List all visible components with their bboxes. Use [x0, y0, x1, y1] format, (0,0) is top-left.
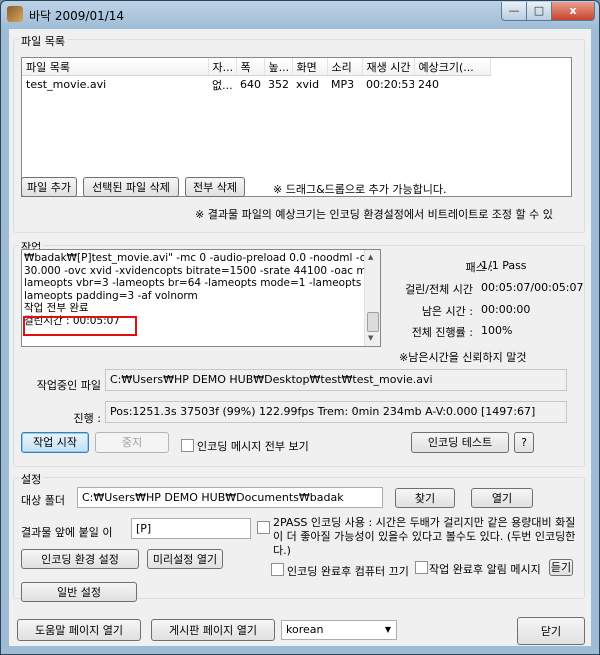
chevron-down-icon[interactable]: ▼ — [385, 621, 391, 639]
find-button[interactable]: 찾기 — [395, 488, 455, 508]
log-line: lameopts padding=3 -af volnorm — [24, 289, 198, 302]
prefix-input[interactable]: [P] — [131, 518, 251, 539]
cell-width: 640 — [240, 78, 261, 91]
target-folder-label: 대상 폴더 — [21, 494, 65, 507]
cell-duration: 00:20:53 — [366, 78, 414, 91]
maximize-button[interactable]: □ — [526, 2, 552, 21]
column-header[interactable]: 소리 — [327, 58, 363, 76]
app-window: 바닥 2009/01/14 — □ x 파일 목록 파일 목록 자... 폭 높… — [0, 0, 600, 655]
delete-all-button[interactable]: 전부 삭제 — [185, 177, 245, 197]
status-field: Pos:1251.3s 37503f (99%) 122.99fps Trem:… — [105, 401, 567, 423]
column-header[interactable]: 파일 목록 — [22, 58, 209, 76]
column-header[interactable]: 높... — [264, 58, 293, 76]
remaining-value: 00:00:00 — [481, 303, 531, 316]
scroll-up-icon[interactable]: ▲ — [368, 253, 373, 261]
preset-open-button[interactable]: 미리설정 열기 — [147, 549, 223, 569]
twopass-label: 2PASS 인코딩 사용 : 시간은 두배가 걸리지만 같은 용량대비 화질이 … — [273, 516, 576, 557]
file-list-view[interactable]: 파일 목록 자... 폭 높... 화면 소리 재생 시간 예상크기(... t… — [21, 57, 572, 197]
file-list-table: 파일 목록 자... 폭 높... 화면 소리 재생 시간 예상크기(... t… — [22, 58, 491, 93]
log-line: 30.000 -ovc xvid -xvidencopts bitrate=15… — [24, 264, 381, 277]
client-area: 파일 목록 파일 목록 자... 폭 높... 화면 소리 재생 시간 예상크기… — [9, 29, 591, 646]
file-list-group-label: 파일 목록 — [19, 33, 67, 49]
pass-value: 1/1 Pass — [481, 259, 527, 272]
log-line: ₩badak₩[P]test_movie.avi" -mc 0 -audio-p… — [24, 252, 381, 264]
window-title: 바닥 2009/01/14 — [29, 9, 125, 23]
table-row[interactable]: test_movie.avi 없... 640 352 xvid MP3 00:… — [22, 76, 490, 94]
cell-size: 240 — [418, 78, 439, 91]
cell-video: xvid — [296, 78, 320, 91]
start-job-button[interactable]: 작업 시작 — [21, 432, 89, 453]
current-file-label: 작업중인 파일 — [36, 379, 101, 392]
scroll-down-icon[interactable]: ▼ — [368, 334, 373, 342]
progress-value: 100% — [481, 324, 513, 337]
add-file-button[interactable]: 파일 추가 — [21, 177, 77, 197]
file-list-header: 파일 목록 자... 폭 높... 화면 소리 재생 시간 예상크기(... — [22, 58, 491, 76]
help-page-button[interactable]: 도움말 페이지 열기 — [17, 619, 141, 641]
column-header[interactable]: 예상크기(... — [414, 58, 491, 76]
remaining-label: 남은 시간 : — [421, 305, 473, 318]
delete-selected-button[interactable]: 선택된 파일 삭제 — [83, 177, 179, 197]
log-line: lameopts vbr=3 -lameopts br=64 -lameopts… — [24, 277, 381, 289]
help-button[interactable]: ? — [514, 432, 534, 453]
column-header[interactable]: 화면 — [292, 58, 328, 76]
scroll-thumb[interactable] — [367, 312, 379, 332]
title-bar[interactable]: 바닥 2009/01/14 — □ x — [1, 1, 599, 29]
settings-group-label: 설정 — [19, 471, 44, 487]
shutdown-checkbox[interactable] — [271, 563, 284, 576]
highlight-box — [23, 316, 137, 336]
column-header[interactable]: 폭 — [236, 58, 265, 76]
log-line: 작업 전부 완료 — [24, 302, 89, 314]
twopass-checkbox[interactable] — [257, 521, 270, 534]
cell-filename: test_movie.avi — [26, 78, 107, 91]
cell-subtitle: 없... — [212, 78, 233, 92]
dragdrop-note: ※ 드래그&드롭으로 추가 가능합니다. — [273, 183, 447, 196]
column-header[interactable]: 자... — [208, 58, 237, 76]
close-button[interactable]: 닫기 — [517, 617, 585, 645]
prefix-label: 결과물 앞에 붙일 이 — [21, 526, 113, 539]
shutdown-label: 인코딩 완료후 컴퓨터 끄기 — [287, 565, 409, 578]
column-header[interactable]: 재생 시간 — [362, 58, 415, 76]
notify-checkbox[interactable] — [415, 561, 428, 574]
show-messages-checkbox[interactable] — [181, 439, 194, 452]
cell-audio: MP3 — [331, 78, 355, 91]
status-label: 진행 : — [73, 412, 101, 425]
target-folder-input[interactable]: C:₩Users₩HP DEMO HUB₩Documents₩badak — [77, 487, 383, 508]
elapsed-total-label: 걸린/전체 시간 — [405, 283, 473, 296]
elapsed-total-value: 00:05:07/00:05:07 — [481, 281, 584, 294]
remaining-note: ※남은시간을 신뢰하지 말것 — [399, 351, 527, 364]
show-messages-label: 인코딩 메시지 전부 보기 — [197, 440, 309, 453]
size-note: ※ 결과물 파일의 예상크기는 인코딩 환경설정에서 비트레이트로 조정 할 수… — [195, 208, 553, 221]
language-select[interactable]: korean ▼ — [281, 620, 397, 640]
log-scrollbar[interactable]: ▲ ▼ — [364, 250, 380, 346]
encoding-test-button[interactable]: 인코딩 테스트 — [411, 432, 509, 453]
notify-listen-button[interactable]: 듣기 — [549, 559, 573, 576]
notify-label: 작업 완료후 알림 메시지 — [429, 563, 541, 576]
general-settings-button[interactable]: 일반 설정 — [21, 582, 137, 602]
progress-label: 전체 진행률 : — [411, 326, 473, 339]
minimize-button[interactable]: — — [501, 2, 527, 21]
cell-height: 352 — [268, 78, 289, 91]
current-file-field: C:₩Users₩HP DEMO HUB₩Desktop₩test₩test_m… — [105, 369, 567, 391]
language-value: korean — [286, 623, 324, 636]
encoding-settings-button[interactable]: 인코딩 환경 설정 — [21, 549, 139, 569]
app-icon — [7, 6, 23, 22]
board-page-button[interactable]: 게시판 페이지 열기 — [151, 619, 275, 641]
open-folder-button[interactable]: 열기 — [471, 488, 533, 508]
stop-button[interactable]: 중지 — [95, 432, 169, 453]
close-window-button[interactable]: x — [551, 2, 595, 21]
